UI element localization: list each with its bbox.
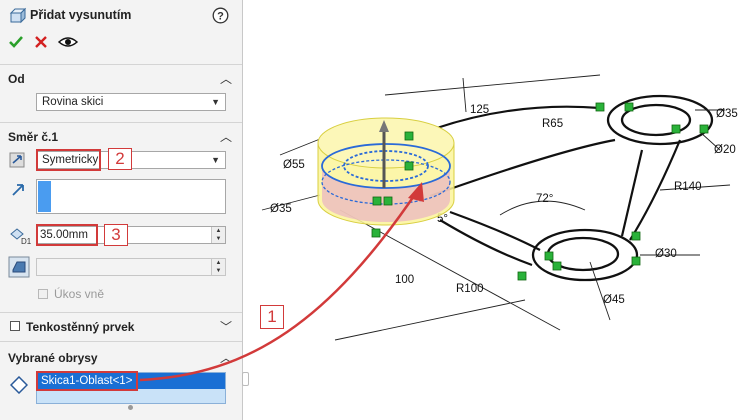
dim-label: Ø30 [655, 248, 677, 260]
dim-label: 100 [395, 274, 414, 286]
dim-label: 125 [470, 104, 489, 116]
dim-label: Ø35 [716, 108, 738, 120]
dim-label: Ø20 [714, 144, 736, 156]
graphics-viewport[interactable]: 125 R65 Ø35 Ø20 Ø55 Ø35 72° R140 Ø30 100… [0, 0, 750, 420]
dim-label: R140 [674, 181, 702, 193]
extrusion-preview [317, 117, 455, 226]
dim-label: Ø35 [270, 203, 292, 215]
dim-label: 72° [536, 193, 553, 205]
dim-label: Ø55 [283, 159, 305, 171]
dim-label: R65 [542, 118, 563, 130]
callout-1: 1 [260, 305, 284, 329]
dim-label: R100 [456, 283, 484, 295]
dim-label: Ø45 [603, 294, 625, 306]
